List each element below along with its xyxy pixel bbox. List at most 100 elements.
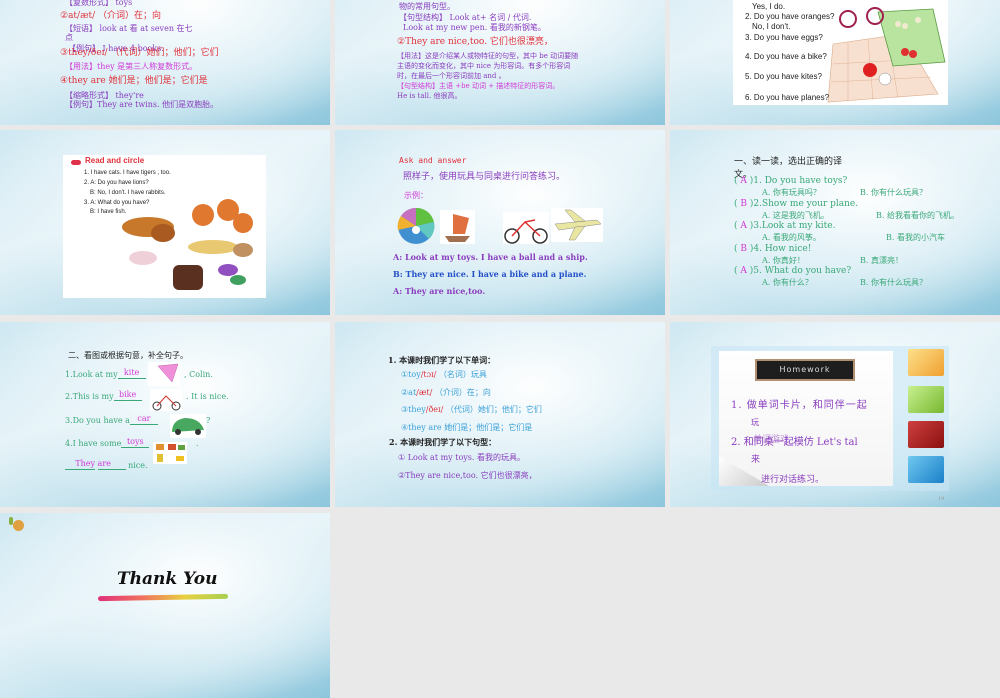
text-line: 【短语】 look at 看 at seven 在七	[65, 24, 193, 33]
dialog-line: B: They are nice. I have a bike and a pl…	[393, 269, 587, 279]
option-a: A. 这是我的飞机。	[762, 210, 829, 220]
dialog-line: A: Look at my toys. I have a ball and a …	[393, 252, 588, 262]
vocab-meaning: （介词）在；向	[434, 387, 491, 397]
answer: B	[740, 243, 747, 254]
text-line: No, I don't.	[752, 22, 791, 31]
slide-thumbnail-10[interactable]: Thank You	[0, 513, 330, 698]
text-line: ②They are nice,too. 它们也很漂亮，	[397, 37, 553, 47]
question: )4. How nice!	[749, 243, 812, 254]
dialog-line: A: They are nice,too.	[393, 286, 486, 296]
thank-you-title: Thank You	[117, 569, 218, 589]
brush-stroke	[97, 593, 229, 602]
question: )1. Do you have toys?	[749, 176, 848, 186]
option-b: B. 给我看看你的飞机。	[876, 210, 959, 220]
text-line: 6. Do you have planes?	[745, 93, 830, 102]
question-row: ( A )3.Look at my kite.	[734, 221, 836, 231]
vocab-meaning: （代词）她们；他们；它们	[445, 405, 542, 414]
option-b: B. 你有什么玩具？	[860, 278, 927, 287]
overlap-text: 单词游戏	[753, 435, 790, 445]
toys-images	[397, 208, 603, 244]
option-a: A. 看我的风筝。	[762, 233, 821, 242]
text-line: ②at/æt/ （介词）在；向	[60, 11, 162, 21]
vocab-word: ④they are	[401, 422, 442, 432]
slide-number: 19	[938, 496, 945, 502]
answer: A	[740, 266, 747, 276]
vocab-line: ①toy/tɔɪ/ （名词）玩具	[401, 370, 487, 380]
question-row: ( A )5. What do you have?	[734, 266, 852, 276]
homework-board: Homework	[755, 359, 855, 381]
text-line: 【用法】they 是第三人称复数形式。	[65, 62, 198, 71]
text-line: 【用法】这是介绍某人或物特征的句型，其中 be 动词要随	[397, 52, 579, 60]
option-a: A. 你有玩具吗？	[762, 188, 821, 197]
example-label: 示例：	[404, 191, 428, 200]
slide-thumbnail-9[interactable]: Homework 1. 做单词卡片，和同伴一起 玩 2. 和同桌一起模仿 Let…	[670, 322, 1000, 507]
question: )5. What do you have?	[749, 266, 852, 276]
slide-thumbnail-7[interactable]: 二、看图或根据句意，补全句子。 1.Look at my kite, Colin.…	[0, 322, 330, 507]
slide-thumbnail-6[interactable]: 一、读一读，选出正确的译 文。 ( A )1. Do you have toys…	[670, 130, 1000, 315]
text-line: 3. Do you have eggs?	[745, 33, 823, 42]
homework-note: Homework 1. 做单词卡片，和同伴一起 玩 2. 和同桌一起模仿 Let…	[719, 351, 893, 486]
text-line: 物的常用句型。	[399, 2, 455, 11]
text-line: 【句型结构】 Look at+ 名词 / 代词.	[399, 13, 532, 22]
red-note-icon	[908, 421, 944, 448]
vocab-word: ③they	[401, 405, 426, 414]
cartoon-character-icon	[8, 517, 24, 531]
slide-thumbnail-8[interactable]: 1. 本课时我们学了以下单词： ①toy/tɔɪ/ （名词）玩具 ②at/æt/ …	[335, 322, 665, 507]
question: )3.Look at my kite.	[749, 221, 836, 231]
text-line: ③they/ðeɪ/ （代词）她们；他们；它们	[60, 48, 219, 58]
text-line: 点	[65, 33, 73, 42]
text-line: ④they are 她们是；他们是；它们是	[60, 76, 208, 86]
text-line: 4. Do you have a bike?	[745, 52, 827, 61]
vocab-line: ②at/æt/ （介词）在；向	[401, 388, 491, 398]
question-row: ( B )2.Show me your plane.	[734, 198, 859, 209]
sentence-line: ②They are nice,too. 它们也很漂亮，	[398, 471, 537, 480]
section-title: Ask and answer	[399, 156, 467, 165]
text-line: 主语的变化而变化，其中 nice 为形容词。有多个形容词	[397, 62, 571, 70]
text-line: Yes, I do.	[752, 2, 786, 11]
animals-illustration	[122, 199, 253, 290]
answer: A	[740, 176, 747, 186]
option-a: A. 你有什么？	[762, 278, 813, 287]
vocab-phonetic: /ðeɪ/	[425, 405, 444, 414]
sentence-line: ① Look at my toys. 看我的玩具。	[398, 453, 525, 462]
slide-thumbnail-1[interactable]: 【复数形式】 toys ②at/æt/ （介词）在；向 【短语】 look at…	[0, 0, 330, 125]
slide-thumbnail-4[interactable]: Read and circle 1. I have cats. I have t…	[0, 130, 330, 315]
vocab-line: ③they/ðeɪ/ （代词）她们；他们；它们	[401, 405, 542, 415]
instruction: 照样子，使用玩具与同桌进行问答练习。	[403, 172, 566, 182]
summary-heading: 1. 本课时我们学了以下单词：	[388, 355, 496, 365]
answer: B	[740, 198, 747, 209]
text-line: 时，在最后一个形容词前加 and 。	[397, 72, 506, 80]
vocab-word: ②at	[401, 387, 417, 397]
text-line: Look at my new pen. 看我的新钢笔。	[403, 23, 546, 32]
ball-icon	[397, 208, 435, 244]
option-b: B. 你有什么玩具？	[860, 188, 927, 197]
exercise-heading: 二、看图或根据句意，补全句子。	[68, 351, 188, 360]
text-line: 【句型结构】主语 +be 动词 + 描述特征的形容词。	[397, 82, 560, 90]
text-line: 【例句】They are twins. 他们是双胞胎。	[65, 100, 219, 109]
text-line: 5. Do you have kites?	[745, 72, 822, 81]
question-row: ( B )4. How nice!	[734, 243, 812, 254]
homework-line: 1. 做单词卡片，和同伴一起	[731, 400, 868, 411]
slide-thumbnail-3[interactable]: Yes, I do. 2. Do you have oranges? No, I…	[670, 0, 1000, 125]
question-row: ( A )1. Do you have toys?	[734, 176, 848, 186]
textbook-image: Yes, I do. 2. Do you have oranges? No, I…	[733, 0, 948, 105]
vocab-phonetic: /tɔɪ/	[420, 370, 437, 379]
vocab-meaning: （名词）玩具	[438, 370, 487, 379]
exercise-heading: 一、读一读，选出正确的译	[734, 157, 843, 167]
fill-in-images	[148, 362, 206, 464]
text-line: He is tall. 他很高。	[397, 92, 462, 100]
homework-line: 玩	[751, 418, 759, 427]
green-note-icon	[908, 386, 944, 413]
vocab-line: ④they are 她们是；他们是；它们是	[401, 423, 532, 433]
vocab-phonetic: /æt/	[416, 387, 433, 397]
question: )2.Show me your plane.	[749, 198, 859, 209]
homework-line: 进行对话练习。	[761, 475, 825, 485]
slide-thumbnail-5[interactable]: Ask and answer 照样子，使用玩具与同桌进行问答练习。 示例： A:…	[335, 130, 665, 315]
orange-note-icon	[908, 349, 944, 376]
blue-note-icon	[908, 456, 944, 483]
option-b: B. 真漂亮！	[860, 255, 903, 265]
homework-line: 来	[751, 455, 761, 465]
text-line: 2. Do you have oranges?	[745, 12, 835, 21]
slide-thumbnail-2[interactable]: 物的常用句型。 【句型结构】 Look at+ 名词 / 代词. Look at…	[335, 0, 665, 125]
option-a: A. 你真好！	[762, 255, 805, 265]
